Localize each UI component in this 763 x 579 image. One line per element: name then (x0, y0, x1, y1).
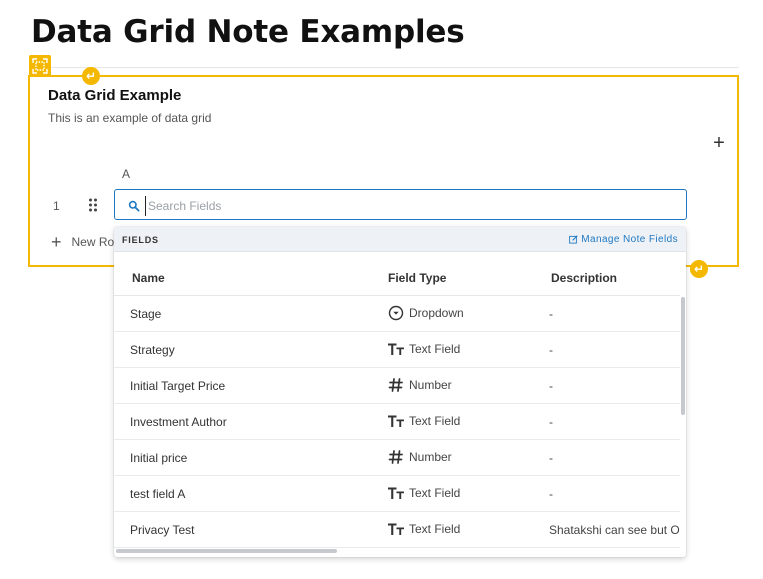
field-type-label: Number (409, 378, 452, 392)
field-type-label: Dropdown (409, 306, 464, 320)
field-type: Dropdown (387, 305, 464, 321)
field-type: Number (387, 377, 452, 393)
column-header-description: Description (551, 271, 618, 285)
field-row[interactable]: Initial Target Price Number - (114, 368, 680, 404)
new-row-label: New Ro (71, 235, 115, 249)
page-title: Data Grid Note Examples (31, 14, 465, 50)
field-type: Text Field (387, 341, 460, 357)
field-name: Stage (130, 307, 162, 321)
add-column-button[interactable]: + (711, 133, 727, 153)
field-row[interactable]: test field A Text Field - (114, 476, 680, 512)
field-type: Text Field (387, 485, 460, 501)
field-description: - (549, 307, 553, 321)
field-description: - (549, 487, 553, 501)
card-description: This is an example of data grid (48, 111, 212, 125)
field-type: Number (387, 449, 452, 465)
number-icon (387, 449, 405, 465)
drag-handle-icon[interactable] (88, 197, 98, 213)
field-type-label: Text Field (409, 342, 461, 356)
field-name: Initial Target Price (130, 379, 226, 393)
field-description: - (549, 343, 553, 357)
field-description: - (549, 379, 553, 393)
column-header-a[interactable]: A (122, 167, 130, 181)
field-name: Strategy (130, 343, 175, 357)
manage-note-fields-label: Manage Note Fields (581, 234, 678, 245)
field-type-label: Text Field (409, 486, 461, 500)
manage-note-fields-link[interactable]: Manage Note Fields (569, 234, 678, 245)
text-field-icon (387, 341, 405, 357)
field-name: Initial price (130, 451, 188, 465)
fields-dropdown[interactable]: FIELDS Manage Note Fields Name Field Typ… (114, 227, 686, 557)
field-description: Shatakshi can see but O (549, 523, 680, 537)
title-divider (31, 67, 739, 68)
column-header-field-type: Field Type (388, 271, 447, 285)
search-icon (128, 199, 140, 212)
text-field-icon (387, 521, 405, 537)
text-field-icon (387, 485, 405, 501)
search-input[interactable] (145, 196, 670, 216)
vertical-scrollbar[interactable] (681, 297, 685, 415)
field-name: Privacy Test (130, 523, 195, 537)
field-row[interactable]: Privacy Test Text Field Shatakshi can see … (114, 512, 680, 548)
return-icon[interactable]: ↵ (82, 67, 100, 85)
number-icon (387, 377, 405, 393)
search-box[interactable] (114, 189, 687, 220)
text-field-icon (387, 413, 405, 429)
dropdown-header: FIELDS Manage Note Fields (114, 227, 686, 252)
field-type-label: Text Field (409, 522, 461, 536)
dropdown-icon (387, 305, 405, 321)
field-name: Investment Author (130, 415, 227, 429)
column-header-name: Name (132, 271, 165, 285)
plus-icon: + (51, 232, 62, 252)
edit-icon (569, 235, 578, 244)
horizontal-scrollbar[interactable] (116, 549, 337, 553)
field-row[interactable]: Strategy Text Field - (114, 332, 680, 368)
field-row[interactable]: Initial price Number - (114, 440, 680, 476)
expand-icon[interactable] (29, 55, 51, 77)
field-type: Text Field (387, 413, 460, 429)
field-type-label: Number (409, 450, 452, 464)
field-type-label: Text Field (409, 414, 461, 428)
fields-section-label: FIELDS (122, 235, 159, 245)
new-row-button[interactable]: + New Ro (51, 232, 115, 252)
row-number: 1 (53, 199, 60, 213)
field-row[interactable]: Stage Dropdown - (114, 296, 680, 332)
field-row[interactable]: Investment Author Text Field - (114, 404, 680, 440)
field-description: - (549, 415, 553, 429)
field-name: test field A (130, 487, 186, 501)
return-icon[interactable]: ↵ (690, 260, 708, 278)
card-title: Data Grid Example (48, 87, 182, 104)
field-type: Text Field (387, 521, 460, 537)
field-description: - (549, 451, 553, 465)
